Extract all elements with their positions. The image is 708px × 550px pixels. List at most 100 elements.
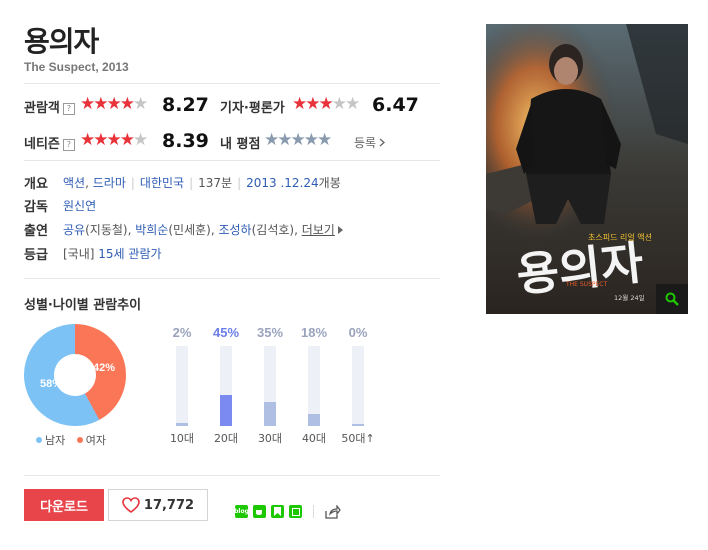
star-icon[interactable]: ★ — [291, 130, 306, 150]
netizen-stars: ★★★★★ — [80, 130, 148, 150]
star-icon: ★ — [133, 94, 148, 114]
star-icon: ★ — [119, 130, 135, 150]
director-label: 감독 — [24, 200, 48, 215]
audience-rating: 관람객? — [24, 97, 75, 116]
director-link[interactable]: 원신연 — [63, 199, 96, 213]
poster-image: 용의자 초스피드 리얼 액션 THE SUSPECT 12월 24일 — [486, 24, 688, 314]
star-icon: ★ — [331, 94, 347, 114]
age-pct-label: 18% — [300, 325, 328, 340]
genre-link[interactable]: 액션 — [63, 176, 85, 190]
cast-link[interactable]: 조성하 — [218, 223, 251, 237]
age-category-label: 30대 — [257, 432, 283, 445]
help-icon[interactable]: ? — [62, 139, 75, 151]
age-bar-track — [308, 346, 320, 426]
grade-label: 등급 — [24, 248, 48, 263]
poster-release: 12월 24일 — [614, 293, 645, 302]
star-icon[interactable]: ★ — [277, 130, 292, 150]
age-category-label: 50대↑ — [341, 432, 375, 445]
country-link[interactable]: 대한민국 — [140, 176, 184, 190]
age-bar — [264, 402, 276, 426]
chevron-right-icon — [379, 138, 386, 147]
divider — [24, 475, 440, 476]
heart-icon — [122, 497, 140, 513]
age-bar-track — [264, 346, 276, 426]
star-icon: ★ — [106, 94, 122, 114]
netizen-score: 8.39 — [162, 130, 209, 152]
star-icon: ★ — [93, 94, 108, 114]
genre-link[interactable]: 드라마 — [93, 176, 126, 190]
trend-title: 성별·나이별 관람추이 — [24, 298, 142, 313]
overview-label: 개요 — [24, 177, 48, 192]
cast-row: 공유(지동철), 박희순(민세훈), 조성하(김석호), 더보기 — [63, 221, 344, 238]
download-button[interactable]: 다운로드 — [24, 489, 104, 521]
movie-subtitle: The Suspect, 2013 — [24, 60, 129, 74]
cast-role: (민세훈) — [168, 223, 211, 237]
more-cast-link[interactable]: 더보기 — [302, 223, 335, 237]
age-bar — [176, 423, 188, 426]
star-icon: ★ — [119, 94, 135, 114]
release-date-link[interactable]: 2013 .12.24 — [246, 176, 319, 190]
age-pct-label: 35% — [256, 325, 284, 340]
overview-row: 액션, 드라마 | 대한민국 | 137분 | 2013 .12.24개봉 — [63, 176, 341, 190]
share-icon[interactable] — [325, 505, 341, 519]
age-category-label: 20대 — [213, 432, 239, 445]
star-icon: ★ — [345, 94, 360, 114]
movie-poster[interactable]: 용의자 초스피드 리얼 액션 THE SUSPECT 12월 24일 — [486, 24, 688, 314]
critics-label: 기자·평론가 — [220, 101, 285, 116]
memo-icon[interactable] — [289, 505, 302, 518]
zoom-button[interactable] — [656, 284, 688, 314]
gender-pie-chart: 58% 42% — [24, 324, 126, 426]
age-bar — [220, 395, 232, 426]
poster-tagline: 초스피드 리얼 액션 — [588, 232, 652, 242]
pie-male-label: 58% — [40, 378, 62, 390]
cafe-icon[interactable] — [253, 505, 266, 518]
like-count: 17,772 — [143, 497, 195, 513]
triangle-right-icon — [337, 226, 343, 234]
age-bar-track — [220, 346, 232, 426]
help-icon[interactable]: ? — [62, 103, 75, 115]
search-icon — [665, 292, 679, 306]
cast-link[interactable]: 공유 — [63, 223, 85, 237]
female-legend-dot — [76, 437, 83, 443]
star-icon[interactable]: ★ — [264, 130, 279, 150]
register-rating-link[interactable]: 등록 — [354, 134, 386, 151]
netizen-label: 네티즌 — [24, 137, 60, 152]
star-icon: ★ — [93, 130, 108, 150]
male-legend-label: 남자 — [45, 434, 66, 447]
runtime: 137분 — [198, 176, 233, 190]
age-pct-label: 0% — [348, 325, 368, 340]
my-rating-stars[interactable]: ★★★★★ — [264, 130, 332, 150]
bookmark-icon[interactable] — [271, 505, 284, 518]
like-button[interactable]: 17,772 — [108, 489, 208, 521]
female-legend-label: 여자 — [85, 434, 106, 447]
star-icon: ★ — [106, 130, 122, 150]
divider — [24, 160, 440, 161]
share-bar: blog — [234, 505, 341, 519]
audience-stars: ★★★★★ — [80, 94, 148, 114]
male-legend-dot — [36, 437, 42, 443]
star-icon: ★ — [80, 94, 95, 114]
grade-row: [국내] 15세 관람가 — [63, 245, 162, 262]
gender-legend: 남자 여자 — [36, 432, 106, 448]
grade-link[interactable]: 15세 관람가 — [98, 247, 161, 261]
pie-female-label: 42% — [93, 362, 115, 374]
star-icon[interactable]: ★ — [304, 130, 319, 150]
star-icon: ★ — [318, 94, 334, 114]
age-bar — [308, 414, 320, 426]
blog-icon[interactable]: blog — [234, 505, 249, 518]
grade-prefix: [국내] — [63, 247, 95, 261]
cast-link[interactable]: 박희순 — [135, 223, 168, 237]
star-icon: ★ — [133, 130, 148, 150]
cast-role: (지동철) — [85, 223, 128, 237]
star-icon: ★ — [80, 130, 95, 150]
divider — [24, 278, 440, 279]
poster-caption: THE SUSPECT — [565, 281, 607, 288]
audience-label: 관람객 — [24, 101, 60, 116]
netizen-rating: 네티즌? — [24, 133, 75, 152]
critics-score: 6.47 — [372, 94, 419, 116]
audience-score: 8.27 — [162, 94, 209, 116]
age-bar-track — [352, 346, 364, 426]
star-icon[interactable]: ★ — [317, 130, 332, 150]
cast-role: (김석호) — [251, 223, 295, 237]
critics-stars: ★★★★★ — [292, 94, 360, 114]
